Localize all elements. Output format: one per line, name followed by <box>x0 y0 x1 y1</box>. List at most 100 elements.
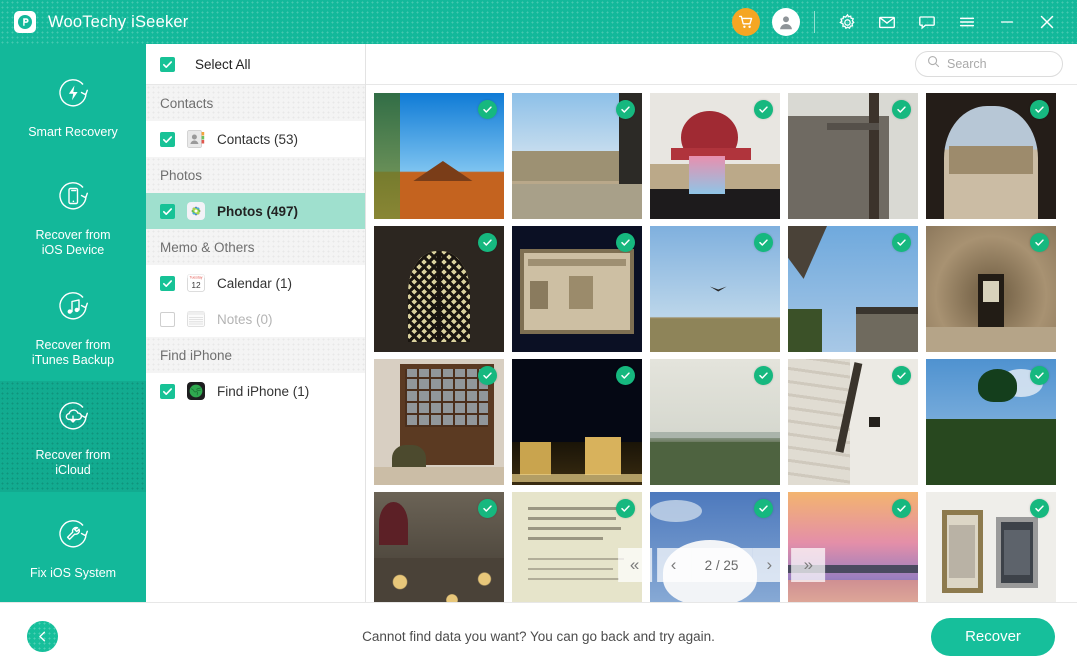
thumbnail-checked-badge[interactable] <box>1030 366 1049 385</box>
thumbnail-checked-badge[interactable] <box>754 100 773 119</box>
thumbnail-checked-badge[interactable] <box>478 366 497 385</box>
mail-icon[interactable] <box>867 0 907 44</box>
photo-happy-birthday-lights[interactable] <box>374 492 504 602</box>
photo-hazy-coastline[interactable] <box>650 359 780 485</box>
photo-sunset-beach[interactable] <box>788 492 918 602</box>
pagination-prev-button[interactable]: ‹ <box>657 548 691 582</box>
sidebar: Smart Recovery Recover from iOS Device <box>0 44 146 602</box>
thumbnail-checked-badge[interactable] <box>1030 499 1049 518</box>
select-all-checkbox[interactable] <box>160 57 175 72</box>
sidebar-item-itunes-backup[interactable]: Recover from iTunes Backup <box>0 271 146 381</box>
sidebar-item-ios-device[interactable]: Recover from iOS Device <box>0 160 146 270</box>
sidebar-item-fix-ios-system[interactable]: Fix iOS System <box>0 492 146 602</box>
photo-palm-tree-sky[interactable] <box>926 359 1056 485</box>
sidebar-item-label: Fix iOS System <box>30 566 116 581</box>
category-row-photos[interactable]: Photos (497) <box>146 193 365 229</box>
contacts-app-icon <box>187 130 205 148</box>
photo-wooden-doorway-plant[interactable] <box>374 359 504 485</box>
photo-night-old-town[interactable] <box>512 359 642 485</box>
photo-birds-over-lake[interactable] <box>512 93 642 219</box>
category-group-memo-header: Memo & Others <box>146 229 365 265</box>
photo-red-carnival-ride[interactable] <box>650 93 780 219</box>
minimize-icon[interactable] <box>987 0 1027 44</box>
recover-button[interactable]: Recover <box>931 618 1055 656</box>
category-checkbox[interactable] <box>160 312 175 327</box>
thumbnail-checked-badge[interactable] <box>892 499 911 518</box>
title-bar: WooTechy iSeeker <box>0 0 1077 44</box>
search-box[interactable] <box>915 51 1063 77</box>
thumbnail-checked-badge[interactable] <box>616 100 635 119</box>
bottom-hint-text: Cannot find data you want? You can go ba… <box>0 629 1077 644</box>
sidebar-item-icloud[interactable]: Recover from iCloud <box>0 381 146 491</box>
menu-icon[interactable] <box>947 0 987 44</box>
photo-handwritten-letter[interactable] <box>512 492 642 602</box>
cart-icon[interactable] <box>732 8 760 36</box>
category-checkbox[interactable] <box>160 204 175 219</box>
photo-bird-in-blue-sky[interactable] <box>650 226 780 352</box>
photo-grid <box>374 93 1077 602</box>
thumbnail-checked-badge[interactable] <box>616 366 635 385</box>
category-row-contacts[interactable]: Contacts (53) <box>146 121 365 157</box>
content-toolbar <box>366 44 1077 85</box>
category-row-label: Notes (0) <box>217 312 273 327</box>
photo-framed-pictures-wall[interactable] <box>926 492 1056 602</box>
thumbnail-checked-badge[interactable] <box>892 233 911 252</box>
select-all-label: Select All <box>195 57 251 72</box>
notes-app-icon <box>187 310 205 328</box>
photo-lattice-window-dark[interactable] <box>374 226 504 352</box>
fix-ios-system-icon <box>50 512 96 558</box>
smart-recovery-icon <box>50 71 96 117</box>
thumbnail-checked-badge[interactable] <box>754 366 773 385</box>
pagination-first-button[interactable]: « <box>618 548 652 582</box>
pagination-next-button[interactable]: › <box>752 548 786 582</box>
thumbnail-checked-badge[interactable] <box>478 499 497 518</box>
bottom-bar: Cannot find data you want? You can go ba… <box>0 602 1077 670</box>
close-icon[interactable] <box>1027 0 1067 44</box>
photos-app-icon <box>187 202 205 220</box>
account-avatar-icon[interactable] <box>772 8 800 36</box>
category-checkbox[interactable] <box>160 132 175 147</box>
ios-device-icon <box>50 174 96 220</box>
thumbnail-checked-badge[interactable] <box>754 499 773 518</box>
search-icon <box>927 55 940 73</box>
category-row-calendar[interactable]: Tuesday 12 Calendar (1) <box>146 265 365 301</box>
thumbnail-checked-badge[interactable] <box>478 233 497 252</box>
thumbnail-checked-badge[interactable] <box>1030 233 1049 252</box>
thumbnail-checked-badge[interactable] <box>478 100 497 119</box>
category-checkbox[interactable] <box>160 276 175 291</box>
category-checkbox[interactable] <box>160 384 175 399</box>
category-row-find-iphone[interactable]: Find iPhone (1) <box>146 373 365 409</box>
thumbnail-checked-badge[interactable] <box>754 233 773 252</box>
photo-clouds-blue-sky[interactable] <box>650 492 780 602</box>
back-arrow-icon[interactable] <box>27 621 58 652</box>
thumbnail-checked-badge[interactable] <box>892 366 911 385</box>
thumbnail-checked-badge[interactable] <box>616 233 635 252</box>
thumbnail-checked-badge[interactable] <box>1030 100 1049 119</box>
search-input[interactable] <box>947 57 1051 71</box>
main-body: Smart Recovery Recover from iOS Device <box>0 44 1077 602</box>
photo-museum-mural-case[interactable] <box>512 226 642 352</box>
pagination: « ‹ 2 / 25 › » <box>618 548 826 582</box>
thumbnail-checked-badge[interactable] <box>616 499 635 518</box>
pagination-last-button[interactable]: » <box>791 548 825 582</box>
feedback-chat-icon[interactable] <box>907 0 947 44</box>
app-title: WooTechy iSeeker <box>48 13 188 32</box>
photo-forbidden-city-tower[interactable] <box>374 93 504 219</box>
sidebar-item-label: Recover from iCloud <box>35 448 110 478</box>
category-group-contacts-header: Contacts <box>146 85 365 121</box>
thumbnail-checked-badge[interactable] <box>892 100 911 119</box>
category-row-label: Contacts (53) <box>217 132 298 147</box>
category-group-photos-header: Photos <box>146 157 365 193</box>
photo-stone-building-tree[interactable] <box>788 93 918 219</box>
category-row-label: Photos (497) <box>217 204 298 219</box>
title-bar-actions <box>732 0 1077 44</box>
category-row-notes[interactable]: Notes (0) <box>146 301 365 337</box>
photo-archway-view[interactable] <box>926 93 1056 219</box>
find-iphone-app-icon <box>187 382 205 400</box>
sidebar-item-smart-recovery[interactable]: Smart Recovery <box>0 50 146 160</box>
photo-white-staircase[interactable] <box>788 359 918 485</box>
settings-gear-icon[interactable] <box>827 0 867 44</box>
photo-blue-sky-stone-wall[interactable] <box>788 226 918 352</box>
photo-stone-corridor[interactable] <box>926 226 1056 352</box>
select-all-row[interactable]: Select All <box>146 44 365 85</box>
